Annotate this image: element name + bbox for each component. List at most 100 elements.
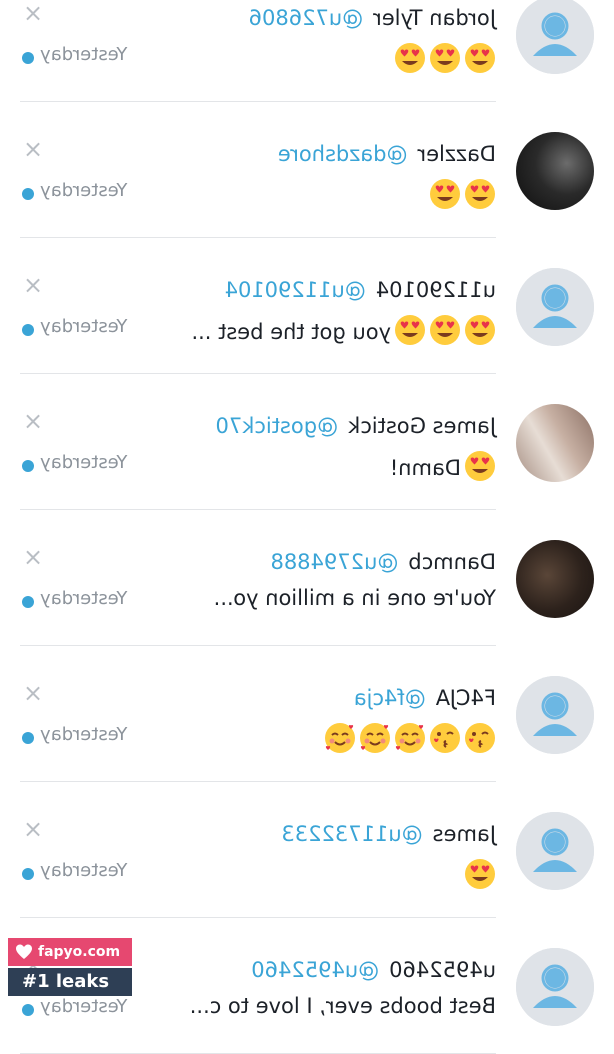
message-text: Damn!	[389, 456, 461, 480]
heart-icon	[16, 944, 32, 959]
heart-eyes-emoji-icon	[430, 43, 460, 73]
kiss-emoji-icon	[430, 723, 460, 753]
smiling-hearts-emoji-icon	[395, 723, 425, 753]
sender-handle[interactable]: @u726806	[249, 6, 363, 30]
avatar[interactable]	[516, 0, 594, 74]
message-preview	[426, 178, 496, 210]
sender-line: James Gostick @gostick70	[215, 414, 496, 438]
conversation-row[interactable]: Danmcb @u2794888 You're one in a million y…	[0, 510, 614, 646]
sender-line: Danmcb @u2794888	[270, 550, 496, 574]
heart-eyes-emoji-icon	[430, 179, 460, 209]
heart-eyes-emoji-icon	[465, 451, 495, 481]
close-icon[interactable]: ×	[22, 407, 44, 435]
close-icon[interactable]: ×	[22, 271, 44, 299]
watermark: fapyo.com #1 leaks	[8, 938, 132, 998]
avatar[interactable]	[516, 404, 594, 482]
close-icon[interactable]: ×	[22, 543, 44, 571]
unread-dot-icon	[22, 1004, 34, 1016]
unread-dot-icon	[22, 596, 34, 608]
heart-eyes-emoji-icon	[430, 315, 460, 345]
close-icon[interactable]: ×	[22, 679, 44, 707]
avatar[interactable]	[516, 540, 594, 618]
smiling-hearts-emoji-icon	[360, 723, 390, 753]
avatar[interactable]	[516, 132, 594, 210]
sender-line: u11290104 @u11290104	[225, 278, 496, 302]
user-placeholder-icon	[516, 812, 594, 890]
user-placeholder-icon	[516, 676, 594, 754]
sender-name: Jordan Tyler	[373, 6, 496, 30]
timestamp: Yesterday	[40, 452, 128, 473]
avatar[interactable]	[516, 812, 594, 890]
message-preview: Best boobs ever, I love to c...	[190, 994, 496, 1018]
conversation-row[interactable]: Jordan Tyler @u726806 Yesterday ×	[0, 0, 614, 102]
sender-name: F4CJA	[435, 686, 496, 710]
watermark-bottom-text: #1 leaks	[22, 971, 110, 992]
close-icon[interactable]: ×	[22, 815, 44, 843]
sender-handle[interactable]: @f4cja	[354, 686, 426, 710]
timestamp: Yesterday	[40, 588, 128, 609]
sender-name: James Gostick	[348, 414, 496, 438]
sender-line: u4952460 @u4952460	[251, 958, 496, 982]
sender-line: Dazzler @dazdshore	[278, 142, 496, 166]
message-preview	[321, 722, 496, 754]
watermark-top-text: fapyo.com	[38, 944, 121, 960]
sender-line: F4CJA @f4cja	[354, 686, 496, 710]
message-text: You're one in a million yo...	[213, 586, 496, 610]
message-preview: You're one in a million yo...	[214, 586, 496, 610]
timestamp: Yesterday	[40, 44, 128, 65]
kiss-emoji-icon	[465, 723, 495, 753]
timestamp: Yesterday	[40, 996, 128, 1017]
timestamp: Yesterday	[40, 860, 128, 881]
conversation-row[interactable]: F4CJA @f4cja Yesterday ×	[0, 646, 614, 782]
sender-handle[interactable]: @dazdshore	[278, 142, 408, 166]
avatar[interactable]	[516, 676, 594, 754]
sender-handle[interactable]: @u11732233	[281, 822, 422, 846]
unread-dot-icon	[22, 460, 34, 472]
close-icon[interactable]: ×	[22, 135, 44, 163]
conversation-row[interactable]: u11290104 @u11290104 you got the best ... Y…	[0, 238, 614, 374]
sender-handle[interactable]: @u2794888	[270, 550, 398, 574]
timestamp: Yesterday	[40, 316, 128, 337]
sender-handle[interactable]: @gostick70	[215, 414, 338, 438]
avatar[interactable]	[516, 268, 594, 346]
sender-line: Jordan Tyler @u726806	[249, 6, 496, 30]
sender-name: u11290104	[375, 278, 496, 302]
conversation-row[interactable]: James @u11732233 Yesterday ×	[0, 782, 614, 918]
timestamp: Yesterday	[40, 724, 128, 745]
unread-dot-icon	[22, 868, 34, 880]
timestamp: Yesterday	[40, 180, 128, 201]
sender-handle[interactable]: @u4952460	[251, 958, 379, 982]
sender-name: James	[432, 822, 496, 846]
message-preview	[391, 42, 496, 74]
unread-dot-icon	[22, 188, 34, 200]
message-text: you got the best ...	[191, 320, 391, 344]
conversation-row[interactable]: James Gostick @gostick70 Damn! Yesterday ×	[0, 374, 614, 510]
message-preview: Damn!	[390, 450, 496, 482]
user-placeholder-icon	[516, 268, 594, 346]
heart-eyes-emoji-icon	[395, 315, 425, 345]
watermark-bottom: #1 leaks	[8, 968, 132, 996]
conversation-row[interactable]: Dazzler @dazdshore Yesterday ×	[0, 102, 614, 238]
message-text: Best boobs ever, I love to c...	[189, 994, 496, 1018]
sender-name: u4952460	[389, 958, 496, 982]
heart-eyes-emoji-icon	[395, 43, 425, 73]
unread-dot-icon	[22, 732, 34, 744]
sender-name: Dazzler	[417, 142, 496, 166]
unread-dot-icon	[22, 324, 34, 336]
watermark-top: fapyo.com	[8, 938, 132, 966]
heart-eyes-emoji-icon	[465, 315, 495, 345]
user-placeholder-icon	[516, 0, 594, 74]
close-icon[interactable]: ×	[22, 0, 44, 27]
heart-eyes-emoji-icon	[465, 179, 495, 209]
smiling-hearts-emoji-icon	[325, 723, 355, 753]
sender-handle[interactable]: @u11290104	[225, 278, 366, 302]
conversation-list: Jordan Tyler @u726806 Yesterday × Dazzler @da…	[0, 0, 614, 1054]
heart-eyes-emoji-icon	[465, 43, 495, 73]
message-preview	[461, 858, 496, 890]
sender-name: Danmcb	[408, 550, 496, 574]
avatar[interactable]	[516, 948, 594, 1026]
unread-dot-icon	[22, 52, 34, 64]
heart-eyes-emoji-icon	[465, 859, 495, 889]
user-placeholder-icon	[516, 948, 594, 1026]
message-preview: you got the best ...	[191, 314, 496, 346]
